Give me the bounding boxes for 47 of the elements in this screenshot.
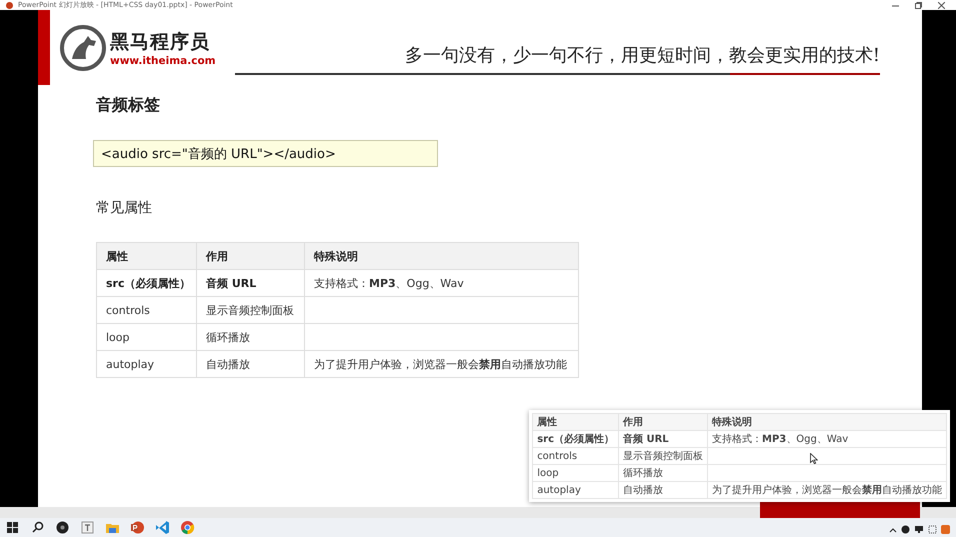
- table-cell: 循环播放: [196, 324, 304, 350]
- table-cell: autoplay: [532, 482, 618, 498]
- monitor-icon[interactable]: [914, 525, 924, 534]
- table-cell: 为了提升用户体验，浏览器一般会禁用自动播放功能: [304, 350, 578, 378]
- table-cell: 循环播放: [618, 464, 708, 482]
- table-cell: autoplay: [96, 350, 196, 378]
- slogan: 多一句没有，少一句不行，用更短时间，教会更实用的技术!: [404, 44, 880, 68]
- restore-icon: [914, 2, 922, 8]
- table-cell: src（必须属性）: [532, 430, 618, 448]
- brand-name: 黑马程序员: [110, 30, 211, 54]
- grid-icon[interactable]: [928, 525, 937, 534]
- column-header: 属性: [532, 414, 618, 430]
- table-cell: 自动播放: [618, 482, 708, 498]
- table-cell: loop: [96, 324, 196, 350]
- table-cell: src（必须属性）: [96, 270, 196, 296]
- table-cell: 为了提升用户体验，浏览器一般会禁用自动播放功能: [708, 482, 946, 498]
- close-icon: [938, 2, 944, 8]
- caret-icon[interactable]: [889, 526, 897, 534]
- column-header: 特殊说明: [708, 414, 946, 430]
- table-cell: loop: [532, 464, 618, 482]
- column-header: 属性: [96, 242, 196, 270]
- browser-icon: [180, 520, 194, 535]
- table-cell: controls: [532, 448, 618, 464]
- slide-title: 音频标签: [96, 95, 160, 116]
- presentation-app-icon: [130, 520, 144, 535]
- table-cell: 音频 URL: [196, 270, 304, 296]
- column-header: 作用: [618, 414, 708, 430]
- horse-logo-icon: [60, 24, 106, 70]
- code-editor-icon: [154, 520, 170, 535]
- table-cell: 自动播放: [196, 350, 304, 378]
- start-icon: [4, 520, 20, 535]
- table-cell: 显示音频控制面板: [196, 296, 304, 324]
- code-box: <audio src="音频的 URL"></audio>: [93, 140, 438, 167]
- cursor-icon: [810, 453, 818, 464]
- table-cell: 支持格式：MP3、Ogg、Wav: [304, 270, 578, 296]
- section-heading: 常见属性: [96, 199, 152, 217]
- circle-app-icon[interactable]: [901, 525, 910, 534]
- circle-app-icon: [54, 520, 70, 535]
- table-cell: 显示音频控制面板: [618, 448, 708, 464]
- column-header: 作用: [196, 242, 304, 270]
- table-cell: 支持格式：MP3、Ogg、Wav: [708, 430, 946, 448]
- column-header: 特殊说明: [304, 242, 578, 270]
- table-cell: controls: [96, 296, 196, 324]
- table-cell: 音频 URL: [618, 430, 708, 448]
- brand-url: www.itheima.com: [110, 54, 216, 66]
- search-icon: [30, 520, 44, 535]
- app-icon: [6, 2, 13, 8]
